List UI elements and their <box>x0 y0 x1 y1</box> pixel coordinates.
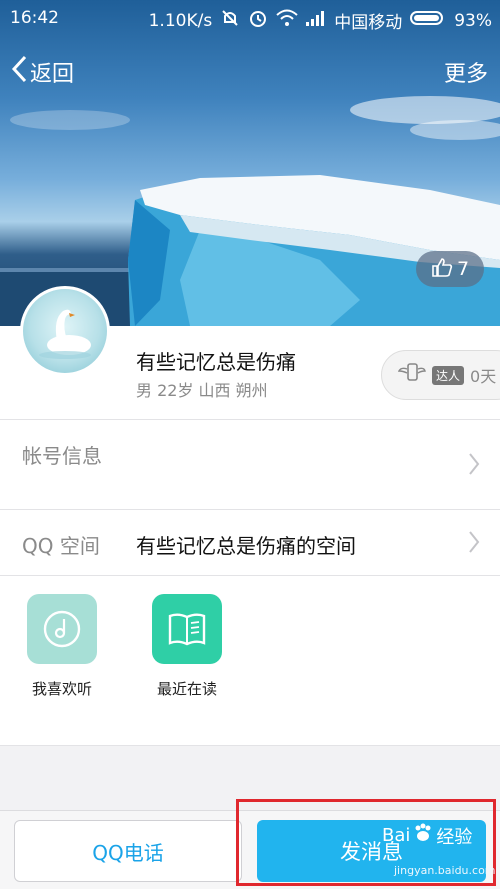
qq-call-button[interactable]: QQ电话 <box>14 820 242 882</box>
status-time: 16:42 <box>10 8 59 28</box>
chevron-right-icon <box>468 530 480 558</box>
account-info-row[interactable]: 帐号信息 <box>0 420 500 510</box>
account-info-label: 帐号信息 <box>22 444 102 468</box>
app-label: 我喜欢听 <box>31 680 92 698</box>
app-reading[interactable]: 最近在读 <box>142 594 232 699</box>
talent-days: 0天 <box>470 367 497 386</box>
chevron-right-icon <box>468 452 480 480</box>
silent-icon <box>220 8 240 33</box>
more-button[interactable]: 更多 <box>444 56 488 88</box>
battery-icon <box>410 10 446 31</box>
profile-name: 有些记忆总是伤痛 <box>136 350 296 374</box>
signal-icon <box>306 10 326 31</box>
baidu-watermark: Bai 经验 <box>382 822 472 849</box>
network-speed: 1.10K/s <box>148 10 213 31</box>
watermark-suffix: 经验 <box>436 826 473 848</box>
winged-phone-icon <box>397 361 426 389</box>
alarm-icon <box>248 8 268 33</box>
swan-icon <box>39 309 91 359</box>
book-icon <box>152 594 222 664</box>
music-disc-icon <box>27 594 97 664</box>
app-label: 最近在读 <box>156 680 217 698</box>
watermark-url: jingyan.baidu.com <box>394 864 496 877</box>
profile-meta: 男 22岁 山西 朔州 <box>136 381 268 400</box>
app-listen[interactable]: 我喜欢听 <box>17 594 107 699</box>
chevron-left-icon <box>10 54 28 90</box>
back-label: 返回 <box>30 62 75 87</box>
talent-badge[interactable]: 达人 0天 <box>381 350 500 400</box>
wifi-icon <box>276 9 298 32</box>
qzone-value: 有些记忆总是伤痛的空间 <box>136 534 356 558</box>
qzone-row[interactable]: QQ 空间 有些记忆总是伤痛的空间 <box>0 510 500 576</box>
thumbs-up-icon <box>431 256 453 283</box>
like-count: 7 <box>456 258 470 280</box>
watermark-brand: Bai <box>382 825 411 846</box>
app-grid: 我喜欢听 最近在读 <box>0 576 500 746</box>
carrier-name: 中国移动 <box>334 13 403 33</box>
nav-bar: 返回 更多 <box>0 50 500 94</box>
status-bar: 16:42 1.10K/s 中国移动 93% <box>0 0 500 36</box>
talent-label: 达人 <box>432 365 465 385</box>
back-button[interactable]: 返回 <box>10 54 74 90</box>
like-button[interactable]: 7 <box>416 251 484 287</box>
paw-icon <box>412 822 434 849</box>
qzone-label: QQ 空间 <box>22 534 100 558</box>
avatar[interactable] <box>20 286 110 376</box>
battery-level: 93% <box>454 10 492 31</box>
